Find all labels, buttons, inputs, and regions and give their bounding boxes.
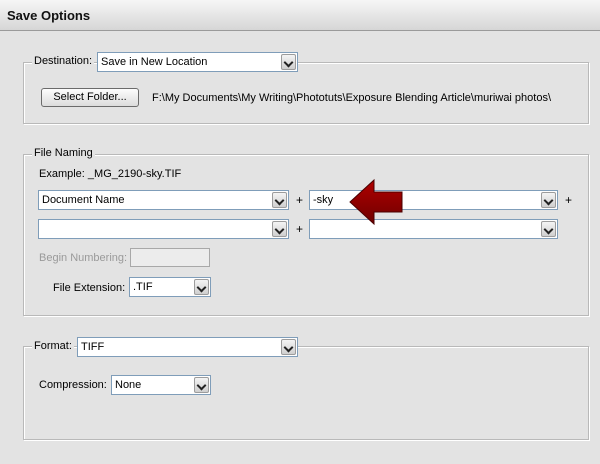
destination-path: F:\My Documents\My Writing\Phototuts\Exp… (152, 92, 552, 104)
chevron-down-icon[interactable] (272, 192, 287, 208)
red-arrow-annotation-icon (349, 178, 403, 226)
naming-token-1-value: Document Name (42, 194, 125, 206)
format-select-value: TIFF (81, 341, 105, 353)
destination-label: Destination: (32, 55, 95, 67)
plus-sign: + (565, 193, 573, 207)
file-extension-value: .TIF (133, 281, 153, 293)
file-extension-label: File Extension: (53, 282, 126, 294)
plus-sign: + (296, 193, 304, 207)
chevron-down-icon[interactable] (194, 377, 209, 393)
destination-select[interactable]: Save in New Location (97, 52, 298, 72)
chevron-down-icon[interactable] (541, 192, 556, 208)
plus-sign: + (296, 222, 304, 236)
compression-select[interactable]: None (111, 375, 211, 395)
save-options-dialog: Save Options Destination: Save in New Lo… (0, 0, 600, 464)
file-naming-example: Example: _MG_2190-sky.TIF (39, 168, 182, 180)
chevron-down-icon[interactable] (281, 54, 296, 70)
begin-numbering-input (130, 248, 210, 267)
begin-numbering-label: Begin Numbering: (39, 252, 128, 264)
naming-token-2-value: -sky (313, 194, 334, 206)
format-select[interactable]: TIFF (77, 337, 298, 357)
destination-select-value: Save in New Location (101, 56, 208, 68)
compression-label: Compression: (39, 379, 107, 391)
window-title: Save Options (7, 8, 91, 23)
chevron-down-icon[interactable] (541, 221, 556, 237)
file-naming-legend: File Naming (32, 147, 95, 159)
title-bar: Save Options (0, 0, 600, 31)
chevron-down-icon[interactable] (281, 339, 296, 355)
compression-select-value: None (115, 379, 142, 391)
chevron-down-icon[interactable] (272, 221, 287, 237)
file-extension-select[interactable]: .TIF (129, 277, 211, 297)
select-folder-button[interactable]: Select Folder... (41, 88, 139, 107)
naming-token-3-select[interactable] (38, 219, 289, 239)
naming-token-1-select[interactable]: Document Name (38, 190, 289, 210)
format-group (23, 346, 589, 440)
chevron-down-icon[interactable] (194, 279, 209, 295)
format-label: Format: (32, 340, 74, 352)
